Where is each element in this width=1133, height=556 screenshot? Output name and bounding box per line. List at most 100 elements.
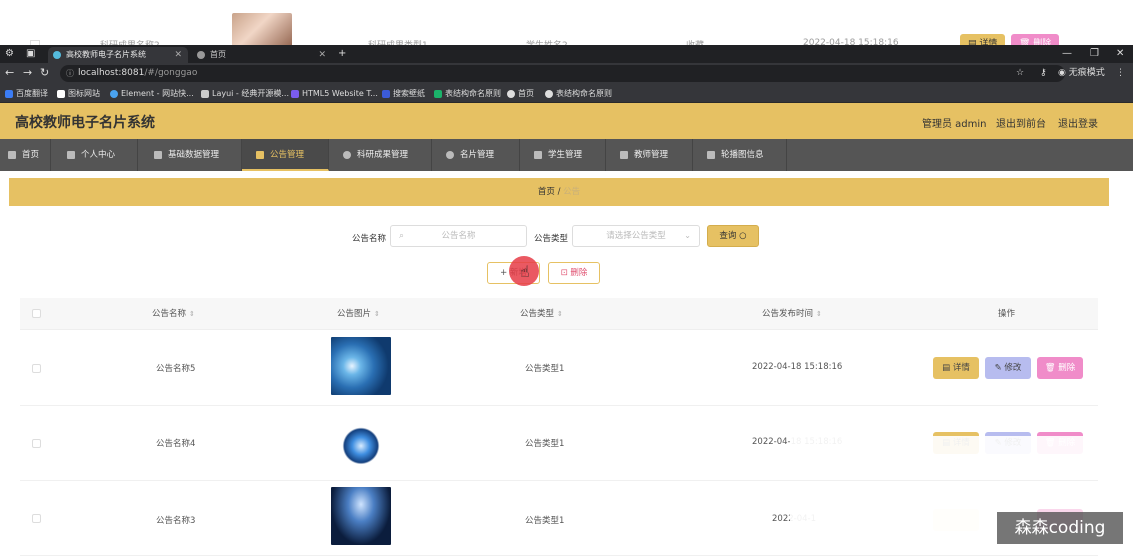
notice-image <box>331 487 391 545</box>
notice-type-select[interactable]: 请选择公告类型 ⌄ <box>572 225 700 247</box>
browser-more-icon[interactable]: ⋮ <box>1116 65 1125 82</box>
search-icon: ⌕ <box>399 231 405 241</box>
notice-name-input[interactable]: ⌕ 公告名称 <box>390 225 527 247</box>
notice-image <box>331 337 391 395</box>
row-checkbox[interactable] <box>32 514 41 523</box>
batch-delete-button[interactable]: ⊡ 删除 <box>548 262 600 284</box>
nav-item-students[interactable]: 学生管理 <box>520 139 606 171</box>
nav-item-research[interactable]: 科研成果管理 <box>329 139 432 171</box>
blur-overlay <box>790 500 1000 540</box>
bookmark-item[interactable]: 百度翻译 <box>5 87 48 100</box>
notice-type: 公告类型1 <box>525 364 565 374</box>
maximize-icon[interactable]: ❐ <box>1090 45 1099 63</box>
key-icon[interactable]: ⚷ <box>1040 65 1047 82</box>
nav-item-teachers[interactable]: 教师管理 <box>606 139 693 171</box>
nav-item-home[interactable]: 首页 <box>0 139 51 171</box>
trash-icon: ⊡ <box>560 268 568 278</box>
table-header: 公告名称 ⇕ 公告图片 ⇕ 公告类型 ⇕ 公告发布时间 ⇕ 操作 <box>20 298 1098 330</box>
url-path: /#/gonggao <box>144 68 198 78</box>
close-tab-icon[interactable]: ✕ <box>174 47 182 63</box>
megaphone-icon <box>256 151 264 159</box>
nav-item-carousel[interactable]: 轮播图信息 <box>693 139 787 171</box>
sort-icon: ⇕ <box>557 310 563 318</box>
notice-type-label: 公告类型 <box>534 234 569 244</box>
breadcrumb-current: 公告 <box>563 187 581 197</box>
globe-icon <box>507 90 515 98</box>
table-row: 公告名称5 公告类型1 2022-04-18 15:18:16 ▤ 详情 ✎ 修… <box>20 331 1098 406</box>
edit-button[interactable]: ✎ 修改 <box>985 357 1031 379</box>
blur-overlay <box>790 436 1133 456</box>
forward-arrow-icon[interactable]: → <box>23 66 32 79</box>
sort-icon: ⇕ <box>189 310 195 318</box>
bookmark-item[interactable]: 表结构命名原则 <box>545 87 612 100</box>
minimize-icon[interactable]: — <box>1062 45 1072 63</box>
circle-icon <box>343 151 351 159</box>
reload-icon[interactable]: ↻ <box>40 66 49 79</box>
hand-cursor-icon: ☝ <box>520 262 530 281</box>
html5-icon <box>291 90 299 98</box>
close-tab-icon[interactable]: ✕ <box>318 47 326 63</box>
delete-button[interactable]: 🗑 删除 <box>1037 357 1083 379</box>
element-icon <box>110 90 118 98</box>
translate-icon <box>5 90 13 98</box>
window-close-icon[interactable]: ✕ <box>1116 45 1124 63</box>
detail-button[interactable]: ▤ 详情 <box>933 357 979 379</box>
sort-icon: ⇕ <box>816 310 822 318</box>
circle-icon <box>446 151 454 159</box>
watermark: 森森coding <box>997 512 1123 544</box>
logout-link[interactable]: 退出登录 <box>1058 115 1098 130</box>
url-host: localhost:8081 <box>78 68 145 78</box>
bookmark-item[interactable]: 首页 <box>507 87 534 100</box>
flag-icon <box>57 90 65 98</box>
row-checkbox[interactable] <box>32 364 41 373</box>
column-header-time[interactable]: 公告发布时间 ⇕ <box>762 298 822 330</box>
globe-icon <box>197 51 205 59</box>
nav-item-profile[interactable]: 个人中心 <box>51 139 138 171</box>
browser-menu-icon[interactable]: ⚙ <box>5 45 14 63</box>
bookmark-star-icon[interactable]: ☆ <box>1016 65 1024 82</box>
notice-name: 公告名称3 <box>156 516 196 526</box>
tab-grid-icon[interactable]: ▣ <box>26 45 35 63</box>
url-input[interactable]: ⓘ localhost:8081/#/gonggao <box>60 65 1065 82</box>
bookmark-item[interactable]: HTML5 Website T... <box>291 87 378 100</box>
app-title: 高校教师电子名片系统 <box>15 115 155 131</box>
app-header: 高校教师电子名片系统 管理员 admin 退出到前台 退出登录 <box>0 103 1133 139</box>
info-icon: ⓘ <box>66 69 74 78</box>
new-tab-button[interactable]: + <box>338 45 346 63</box>
wallpaper-icon <box>382 90 390 98</box>
bookmark-item[interactable]: Layui - 经典开源模... <box>201 87 289 100</box>
browser-tab[interactable]: 首页 ✕ <box>192 47 332 63</box>
vue-favicon-icon <box>53 51 61 59</box>
breadcrumb-home[interactable]: 首页 <box>538 187 555 197</box>
bookmark-item[interactable]: 搜索壁纸 <box>382 87 425 100</box>
row-checkbox[interactable] <box>32 439 41 448</box>
current-user: 管理员 admin <box>922 119 987 130</box>
column-header-type[interactable]: 公告类型 ⇕ <box>520 298 563 330</box>
browser-tab-bar: ⚙ ▣ 高校教师电子名片系统 ✕ 首页 ✕ + — ❐ ✕ <box>0 45 1133 63</box>
column-header-actions: 操作 <box>998 309 1016 319</box>
browser-address-bar: ← → ↻ ⓘ localhost:8081/#/gonggao ☆ ⚷ ◉ 无… <box>0 63 1133 84</box>
breadcrumb-separator: / <box>557 187 561 197</box>
back-arrow-icon[interactable]: ← <box>5 66 14 79</box>
breadcrumb: 首页 / 公告 <box>9 178 1109 206</box>
nav-item-notice[interactable]: 公告管理 <box>242 139 329 171</box>
notice-type: 公告类型1 <box>525 516 565 526</box>
bookmark-item[interactable]: Element - 网站快... <box>110 87 194 100</box>
exit-to-front-link[interactable]: 退出到前台 <box>996 115 1046 130</box>
select-all-checkbox[interactable] <box>32 309 41 318</box>
search-icon: ○ <box>739 231 747 241</box>
column-header-name[interactable]: 公告名称 ⇕ <box>152 298 195 330</box>
user-icon <box>154 151 162 159</box>
globe-icon <box>545 90 553 98</box>
bookmark-item[interactable]: 表结构命名原则 <box>434 87 501 100</box>
nav-item-basic-data[interactable]: 基础数据管理 <box>138 139 242 171</box>
column-header-image[interactable]: 公告图片 ⇕ <box>337 298 380 330</box>
bookmark-item[interactable]: 图标网站 <box>57 87 100 100</box>
browser-tab-active[interactable]: 高校教师电子名片系统 ✕ <box>48 47 188 63</box>
bar-chart-icon <box>534 151 542 159</box>
incognito-badge[interactable]: ◉ 无痕模式 <box>1058 65 1105 82</box>
sort-icon: ⇕ <box>374 310 380 318</box>
bookmarks-bar: 百度翻译 图标网站 Element - 网站快... Layui - 经典开源模… <box>0 84 1133 103</box>
nav-item-card[interactable]: 名片管理 <box>432 139 520 171</box>
query-button[interactable]: 查询 ○ <box>707 225 759 247</box>
